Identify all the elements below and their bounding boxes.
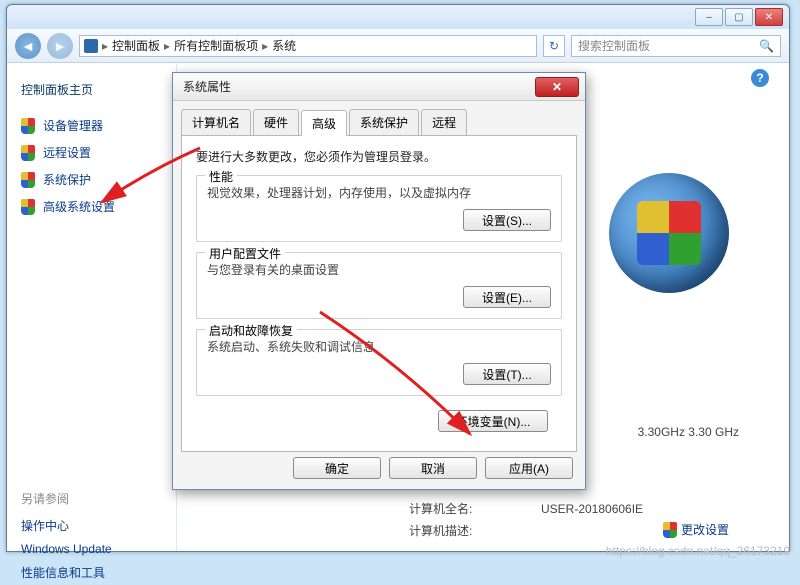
- toolbar: ◄ ► ▸ 控制面板 ▸ 所有控制面板项 ▸ 系统 ↻ 搜索控制面板 🔍: [7, 29, 789, 63]
- shield-icon: [21, 199, 35, 215]
- group-legend: 性能: [205, 168, 237, 185]
- seealso-label: 操作中心: [21, 517, 69, 534]
- tab-system-protection[interactable]: 系统保护: [349, 109, 419, 135]
- group-user-profiles: 用户配置文件 与您登录有关的桌面设置 设置(E)...: [196, 252, 562, 319]
- dialog-close-button[interactable]: ✕: [535, 77, 579, 97]
- seealso-windows-update[interactable]: Windows Update: [21, 538, 162, 560]
- ok-button[interactable]: 确定: [293, 457, 381, 479]
- sidebar-item-label: 系统保护: [43, 171, 91, 188]
- group-performance: 性能 视觉效果，处理器计划，内存使用，以及虚拟内存 设置(S)...: [196, 175, 562, 242]
- cpu-speed-value: 3.30GHz 3.30 GHz: [638, 425, 739, 439]
- group-desc: 系统启动、系统失败和调试信息: [207, 338, 551, 355]
- minimize-button[interactable]: –: [695, 8, 723, 26]
- chevron-right-icon: ▸: [102, 39, 108, 53]
- dialog-tabs: 计算机名 硬件 高级 系统保护 远程: [181, 109, 577, 136]
- nav-back-button[interactable]: ◄: [15, 33, 41, 59]
- sidebar-item-system-protection[interactable]: 系统保护: [21, 166, 162, 193]
- shield-icon: [21, 145, 35, 161]
- dialog-title: 系统属性: [183, 78, 231, 95]
- sidebar-item-remote-settings[interactable]: 远程设置: [21, 139, 162, 166]
- breadcrumb[interactable]: ▸ 控制面板 ▸ 所有控制面板项 ▸ 系统: [79, 35, 537, 57]
- seealso-label: 性能信息和工具: [21, 564, 105, 581]
- tab-advanced[interactable]: 高级: [301, 110, 347, 136]
- seealso-performance-info[interactable]: 性能信息和工具: [21, 560, 162, 585]
- startup-settings-button[interactable]: 设置(T)...: [463, 363, 551, 385]
- admin-notice: 要进行大多数更改，您必须作为管理员登录。: [196, 148, 562, 165]
- group-startup-recovery: 启动和故障恢复 系统启动、系统失败和调试信息 设置(T)...: [196, 329, 562, 396]
- environment-variables-button[interactable]: 环境变量(N)...: [438, 410, 548, 432]
- titlebar: – ▢ ✕: [7, 5, 789, 29]
- chevron-right-icon: ▸: [262, 39, 268, 53]
- system-info-rows: 计算机全名:USER-20180606IE 计算机描述:: [407, 497, 645, 543]
- seealso-label: Windows Update: [21, 542, 112, 556]
- sidebar-item-label: 远程设置: [43, 144, 91, 161]
- watermark: https://blog.csdn.net/qq_26173219: [606, 544, 790, 558]
- sidebar-title: 控制面板主页: [21, 81, 162, 98]
- chevron-right-icon: ▸: [164, 39, 170, 53]
- tab-remote[interactable]: 远程: [421, 109, 467, 135]
- maximize-button[interactable]: ▢: [725, 8, 753, 26]
- search-placeholder: 搜索控制面板: [578, 37, 650, 54]
- fullname-value: USER-20180606IE: [541, 499, 643, 519]
- seealso-action-center[interactable]: 操作中心: [21, 513, 162, 538]
- breadcrumb-part[interactable]: 所有控制面板项: [174, 37, 258, 54]
- close-button[interactable]: ✕: [755, 8, 783, 26]
- fullname-label: 计算机全名:: [409, 499, 539, 519]
- group-desc: 视觉效果，处理器计划，内存使用，以及虚拟内存: [207, 184, 551, 201]
- profiles-settings-button[interactable]: 设置(E)...: [463, 286, 551, 308]
- help-icon[interactable]: ?: [751, 69, 769, 87]
- tab-hardware[interactable]: 硬件: [253, 109, 299, 135]
- nav-forward-button[interactable]: ►: [47, 33, 73, 59]
- breadcrumb-part[interactable]: 系统: [272, 37, 296, 54]
- cancel-button[interactable]: 取消: [389, 457, 477, 479]
- breadcrumb-part[interactable]: 控制面板: [112, 37, 160, 54]
- sidebar-item-label: 设备管理器: [43, 117, 103, 134]
- group-desc: 与您登录有关的桌面设置: [207, 261, 551, 278]
- sidebar: 控制面板主页 设备管理器 远程设置 系统保护 高级系统设置 另请参阅 操作中心 …: [7, 63, 177, 551]
- dialog-titlebar: 系统属性 ✕: [173, 73, 585, 101]
- search-input[interactable]: 搜索控制面板 🔍: [571, 35, 781, 57]
- shield-icon: [21, 118, 35, 134]
- seealso-title: 另请参阅: [21, 490, 162, 507]
- sidebar-item-advanced-system-settings[interactable]: 高级系统设置: [21, 193, 162, 220]
- tab-body-advanced: 要进行大多数更改，您必须作为管理员登录。 性能 视觉效果，处理器计划，内存使用，…: [181, 136, 577, 452]
- change-settings-link[interactable]: 更改设置: [663, 521, 729, 538]
- control-panel-icon: [84, 39, 98, 53]
- group-legend: 启动和故障恢复: [205, 322, 297, 339]
- change-settings-label: 更改设置: [681, 521, 729, 538]
- apply-button[interactable]: 应用(A): [485, 457, 573, 479]
- desc-label: 计算机描述:: [409, 521, 539, 541]
- shield-icon: [21, 172, 35, 188]
- sidebar-item-device-manager[interactable]: 设备管理器: [21, 112, 162, 139]
- group-legend: 用户配置文件: [205, 245, 285, 262]
- refresh-button[interactable]: ↻: [543, 35, 565, 57]
- dialog-footer: 确定 取消 应用(A): [293, 457, 573, 479]
- shield-icon: [663, 522, 677, 538]
- system-properties-dialog: 系统属性 ✕ 计算机名 硬件 高级 系统保护 远程 要进行大多数更改，您必须作为…: [172, 72, 586, 490]
- sidebar-item-label: 高级系统设置: [43, 198, 115, 215]
- windows-logo-icon: [609, 173, 729, 293]
- search-icon: 🔍: [759, 39, 774, 53]
- performance-settings-button[interactable]: 设置(S)...: [463, 209, 551, 231]
- tab-computer-name[interactable]: 计算机名: [181, 109, 251, 135]
